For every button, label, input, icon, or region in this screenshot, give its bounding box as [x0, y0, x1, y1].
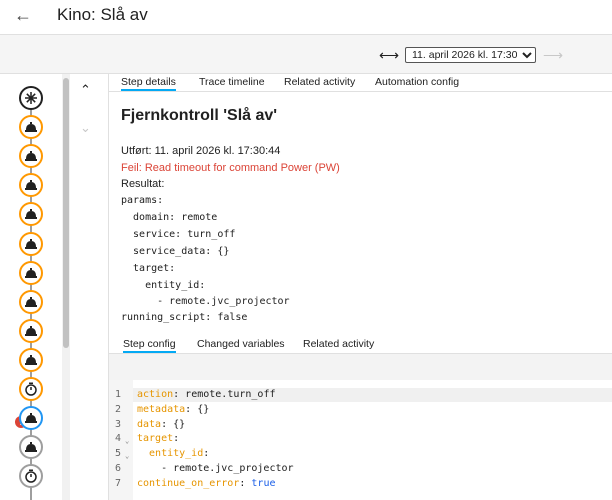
fold-chevron-icon[interactable]: ⌄ [125, 452, 129, 460]
result-label: Resultat: [121, 178, 165, 190]
timeline-node-pending-delay[interactable] [19, 464, 43, 489]
bell-icon [24, 441, 38, 453]
bell-icon [24, 412, 38, 424]
bell-icon [24, 238, 38, 250]
code-line: continue_on_error: true [137, 478, 276, 489]
yaml-editor[interactable]: 1 2 3 4 5 6 7 ⌄ ⌄ action: remote.turn_of… [109, 380, 612, 500]
line-number: 7 [115, 478, 122, 489]
line-number: 4 [115, 433, 122, 444]
line-number: 5 [115, 448, 122, 459]
timeline-node-pending[interactable] [19, 435, 43, 460]
result-line: service_data: {} [121, 246, 230, 257]
tab-related-activity[interactable]: Related activity [284, 76, 355, 88]
timeline-node-service[interactable] [19, 115, 43, 140]
back-arrow-icon[interactable]: ← [12, 4, 34, 26]
error-message: Feil: Read timeout for command Power (PW… [121, 162, 340, 174]
bell-icon [24, 121, 38, 133]
code-line: action: remote.turn_off [137, 389, 275, 400]
bell-icon [24, 150, 38, 162]
result-line: service: turn_off [121, 229, 236, 240]
result-line: target: [121, 263, 176, 274]
code-key: metadata [137, 404, 186, 415]
page-title: Kino: Slå av [57, 5, 148, 24]
trace-toolbar: ⟷ 11. april 2026 kl. 17:30:40 ⟶ [0, 34, 612, 74]
fold-chevron-icon[interactable]: ⌄ [125, 437, 129, 445]
bell-icon [24, 208, 38, 220]
line-number: 1 [115, 389, 122, 400]
code-line: target: [137, 433, 179, 444]
code-key: target [137, 433, 174, 444]
previous-step-icon[interactable]: ⌃ [80, 82, 91, 98]
step-panel: Step details Trace timeline Related acti… [108, 74, 612, 500]
code-key: continue_on_error [137, 478, 240, 489]
code-sep: : [173, 433, 180, 444]
line-number: 3 [115, 419, 122, 430]
tab-step-config[interactable]: Step config [123, 338, 176, 353]
code-value: - remote.jvc_projector [137, 463, 294, 474]
result-line: entity_id: [121, 280, 206, 291]
executed-timestamp: Utført: 11. april 2026 kl. 17:30:44 [121, 145, 281, 157]
tab-step-details[interactable]: Step details [121, 76, 176, 91]
code-sep: : [161, 419, 174, 430]
bell-icon [24, 325, 38, 337]
tab-related-activity-config[interactable]: Related activity [303, 338, 374, 350]
range-arrows-icon: ⟷ [379, 47, 400, 63]
tab-automation-config[interactable]: Automation config [375, 76, 459, 88]
code-line: metadata: {} [137, 404, 209, 415]
timeline-node-service[interactable] [19, 144, 43, 169]
code-line: data: {} [137, 419, 185, 430]
detail-tabs: Step details Trace timeline Related acti… [109, 74, 612, 92]
step-title: Fjernkontroll 'Slå av' [121, 107, 278, 124]
code-value: {} [197, 404, 210, 415]
code-sep: : [173, 389, 186, 400]
result-line: running_script: false [121, 312, 248, 323]
result-line: domain: remote [121, 212, 218, 223]
top-app-bar: ← Kino: Slå av [0, 0, 612, 34]
timeline-node-service[interactable] [19, 202, 43, 227]
timer-icon [24, 469, 38, 484]
code-sep: : [203, 448, 210, 459]
timeline-node-service[interactable] [19, 318, 43, 343]
timeline-node-trigger[interactable] [19, 86, 43, 110]
scroll-thumb[interactable] [63, 78, 69, 348]
code-line: entity_id: [137, 448, 209, 459]
graph-scrollbar[interactable] [62, 74, 70, 500]
run-selector[interactable]: 11. april 2026 kl. 17:30:40 [405, 47, 536, 63]
bell-icon [24, 179, 38, 191]
result-line: - remote.jvc_projector [121, 296, 290, 307]
bell-icon [24, 267, 38, 279]
timeline-node-service[interactable] [19, 289, 43, 314]
code-value: {} [173, 419, 186, 430]
timeline-node-service[interactable] [19, 173, 43, 198]
code-key: data [137, 419, 162, 430]
line-number: 6 [115, 463, 122, 474]
line-number: 2 [115, 404, 122, 415]
editor-toolbar [109, 354, 612, 380]
next-step-icon[interactable]: ⌄ [80, 120, 91, 136]
timeline-node-service[interactable] [19, 231, 43, 256]
timeline-node-service[interactable] [19, 260, 43, 285]
next-run-icon[interactable]: ⟶ [543, 47, 563, 64]
timeline-node-delay[interactable] [19, 377, 43, 401]
code-value: remote.turn_off [185, 389, 276, 400]
code-sep: : [185, 404, 198, 415]
tab-changed-variables[interactable]: Changed variables [197, 338, 285, 350]
code-key: action [137, 389, 174, 400]
trace-graph: ! [0, 74, 62, 500]
code-sep: : [239, 478, 252, 489]
timeline-node-selected[interactable] [19, 406, 43, 431]
result-line: params: [121, 195, 164, 206]
timeline-node-service[interactable] [19, 347, 43, 372]
config-tabs: Step config Changed variables Related ac… [109, 336, 612, 354]
code-value: true [251, 478, 276, 489]
bell-icon [24, 354, 38, 366]
code-line: - remote.jvc_projector [137, 463, 294, 474]
asterisk-icon [24, 91, 38, 105]
timer-icon [24, 382, 38, 396]
code-key: entity_id [137, 448, 204, 459]
bell-icon [24, 296, 38, 308]
tab-trace-timeline[interactable]: Trace timeline [199, 76, 265, 88]
